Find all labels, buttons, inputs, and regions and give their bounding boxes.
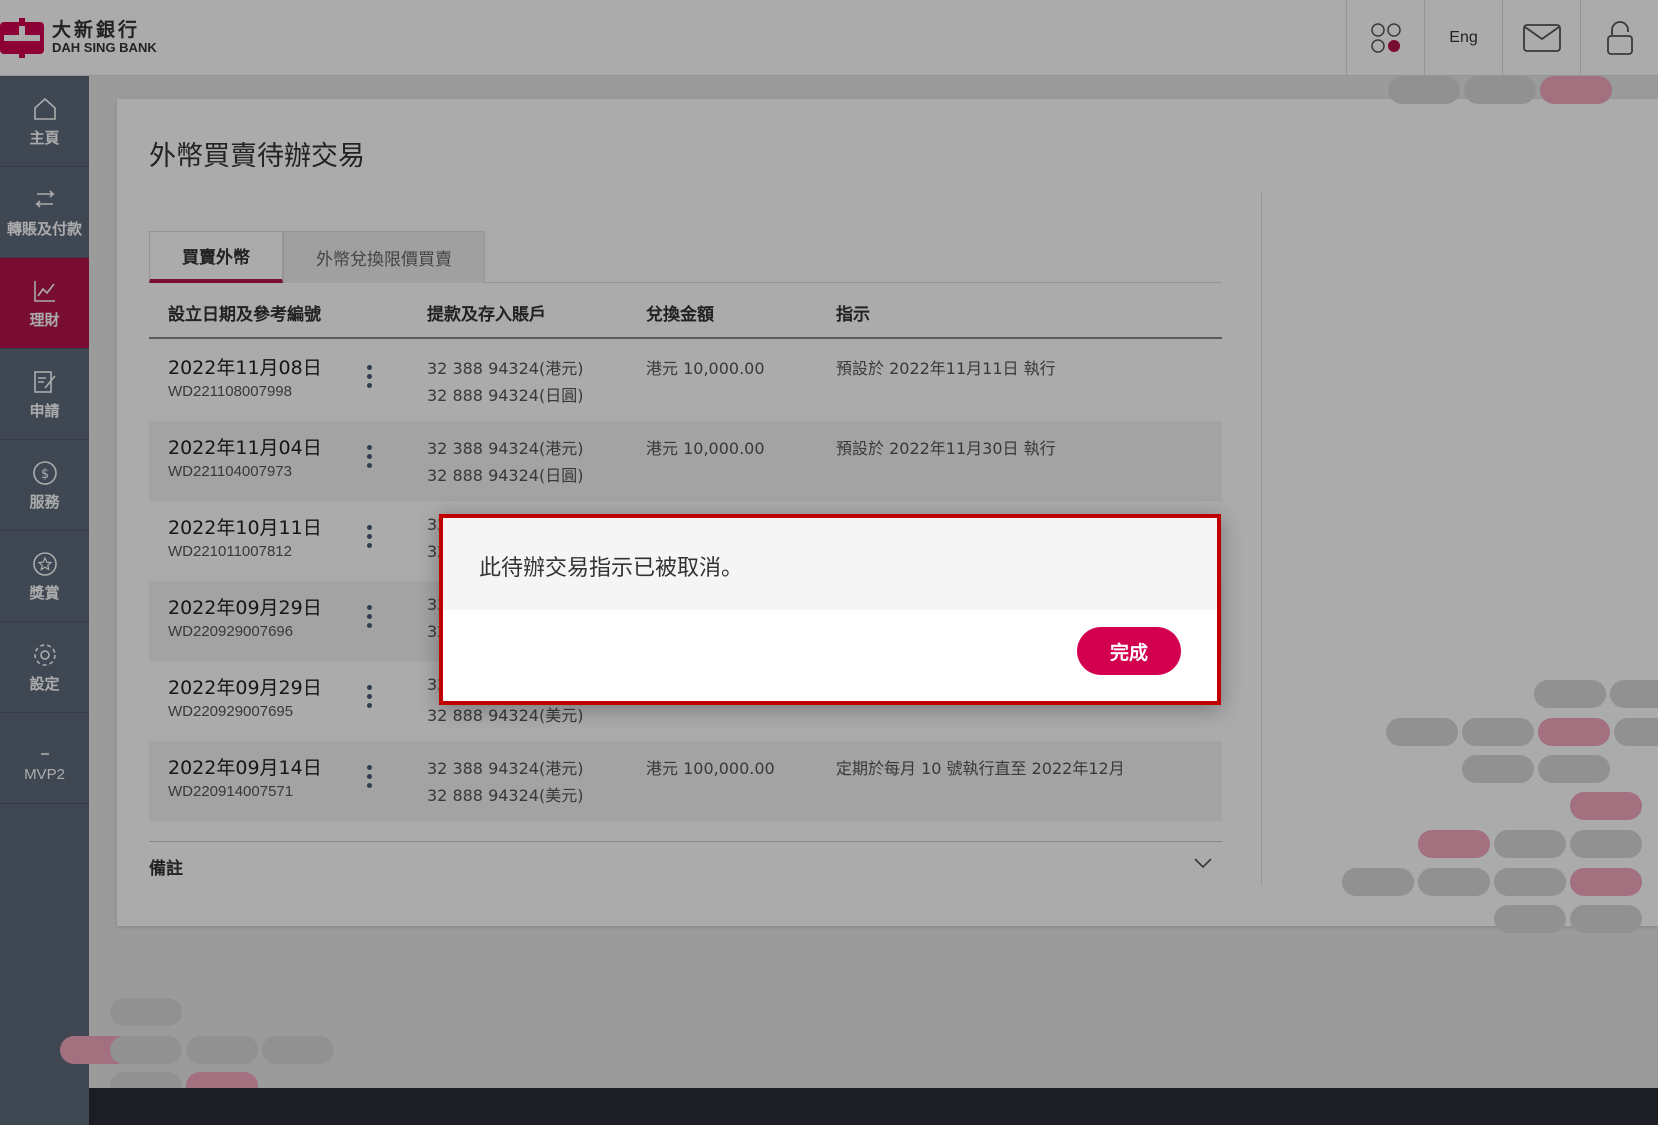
- dialog-message: 此待辦交易指示已被取消。: [479, 556, 744, 581]
- confirmation-dialog: 此待辦交易指示已被取消。 完成: [439, 514, 1221, 705]
- done-button[interactable]: 完成: [1077, 627, 1181, 675]
